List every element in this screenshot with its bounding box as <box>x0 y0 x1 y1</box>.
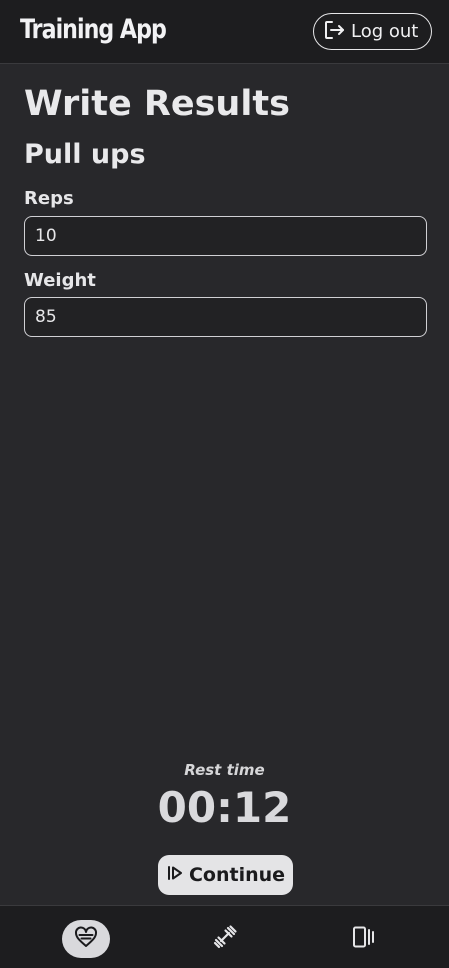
rest-timer: 00:12 <box>157 783 292 832</box>
logout-button[interactable]: Log out <box>313 13 432 50</box>
play-skip-icon <box>166 864 189 886</box>
logout-icon <box>322 18 346 46</box>
nav-item-cards[interactable] <box>340 920 388 958</box>
app-root: Training App Log out Write Results Pull … <box>0 0 449 968</box>
app-title: Training App <box>20 14 167 45</box>
nav-item-workouts[interactable] <box>201 920 249 958</box>
continue-button[interactable]: Continue <box>158 855 293 895</box>
reps-input[interactable] <box>24 216 427 256</box>
weight-label: Weight <box>24 270 96 291</box>
cards-icon <box>351 924 377 954</box>
nav-item-heart[interactable] <box>62 920 110 958</box>
rest-time-label: Rest time <box>184 761 265 779</box>
dumbbell-icon <box>212 924 238 954</box>
logout-label: Log out <box>351 21 419 42</box>
continue-label: Continue <box>188 864 286 886</box>
top-bar: Training App Log out <box>0 0 449 64</box>
exercise-name: Pull ups <box>24 139 146 170</box>
weight-input[interactable] <box>24 297 427 337</box>
reps-label: Reps <box>24 188 74 209</box>
page-title: Write Results <box>24 84 290 124</box>
bottom-nav <box>0 905 449 968</box>
heart-icon <box>73 924 99 954</box>
